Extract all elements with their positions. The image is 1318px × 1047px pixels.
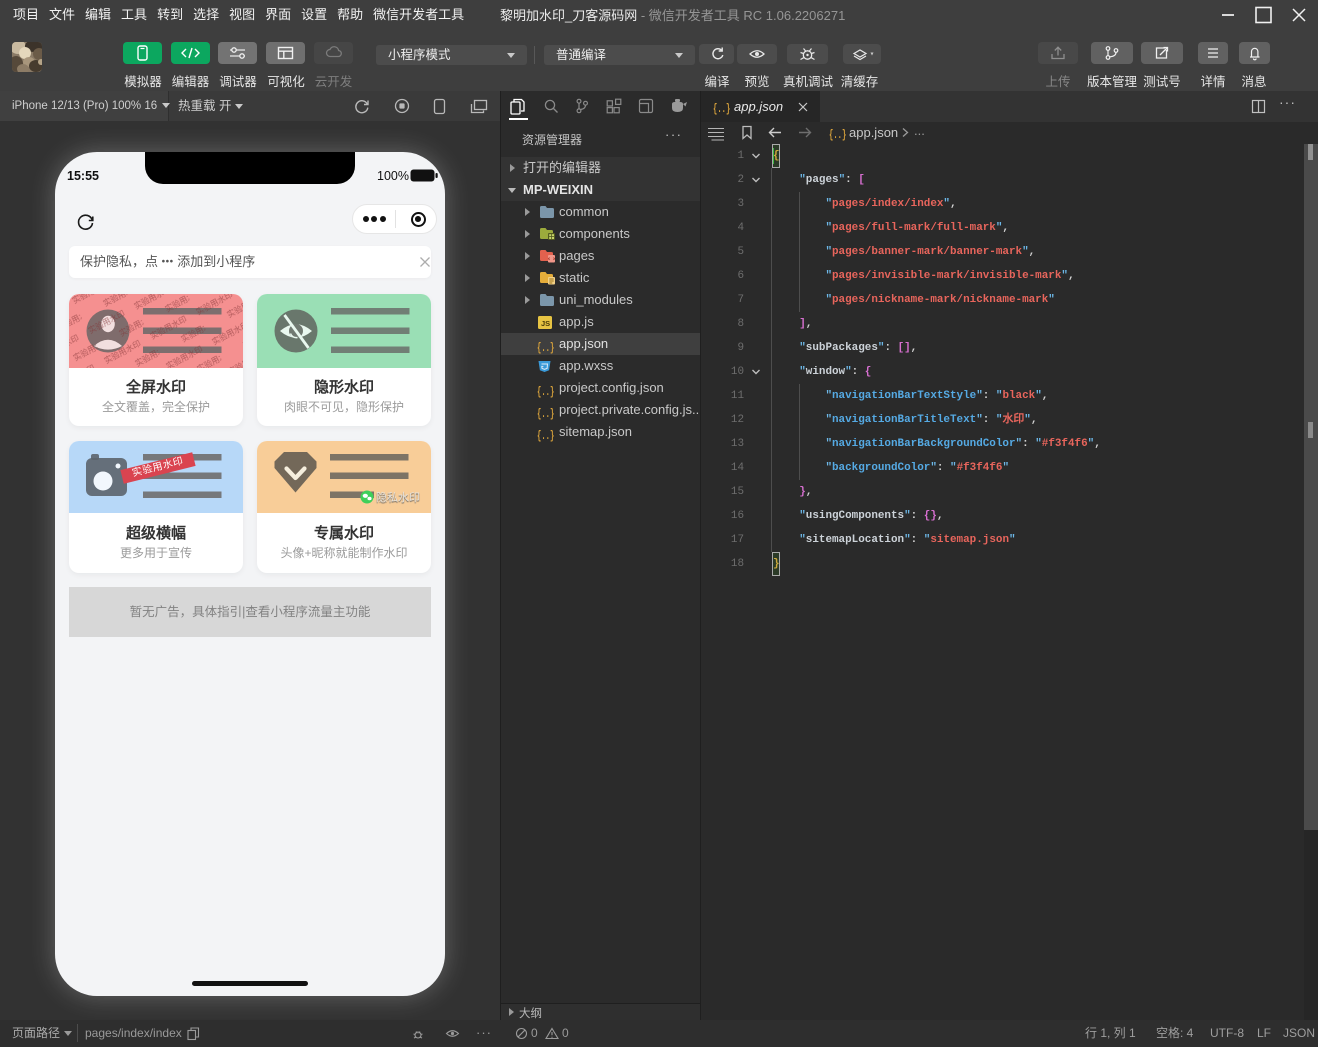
svg-text:隐私水印: 隐私水印 — [376, 491, 420, 504]
svg-text:JS: JS — [541, 319, 550, 328]
